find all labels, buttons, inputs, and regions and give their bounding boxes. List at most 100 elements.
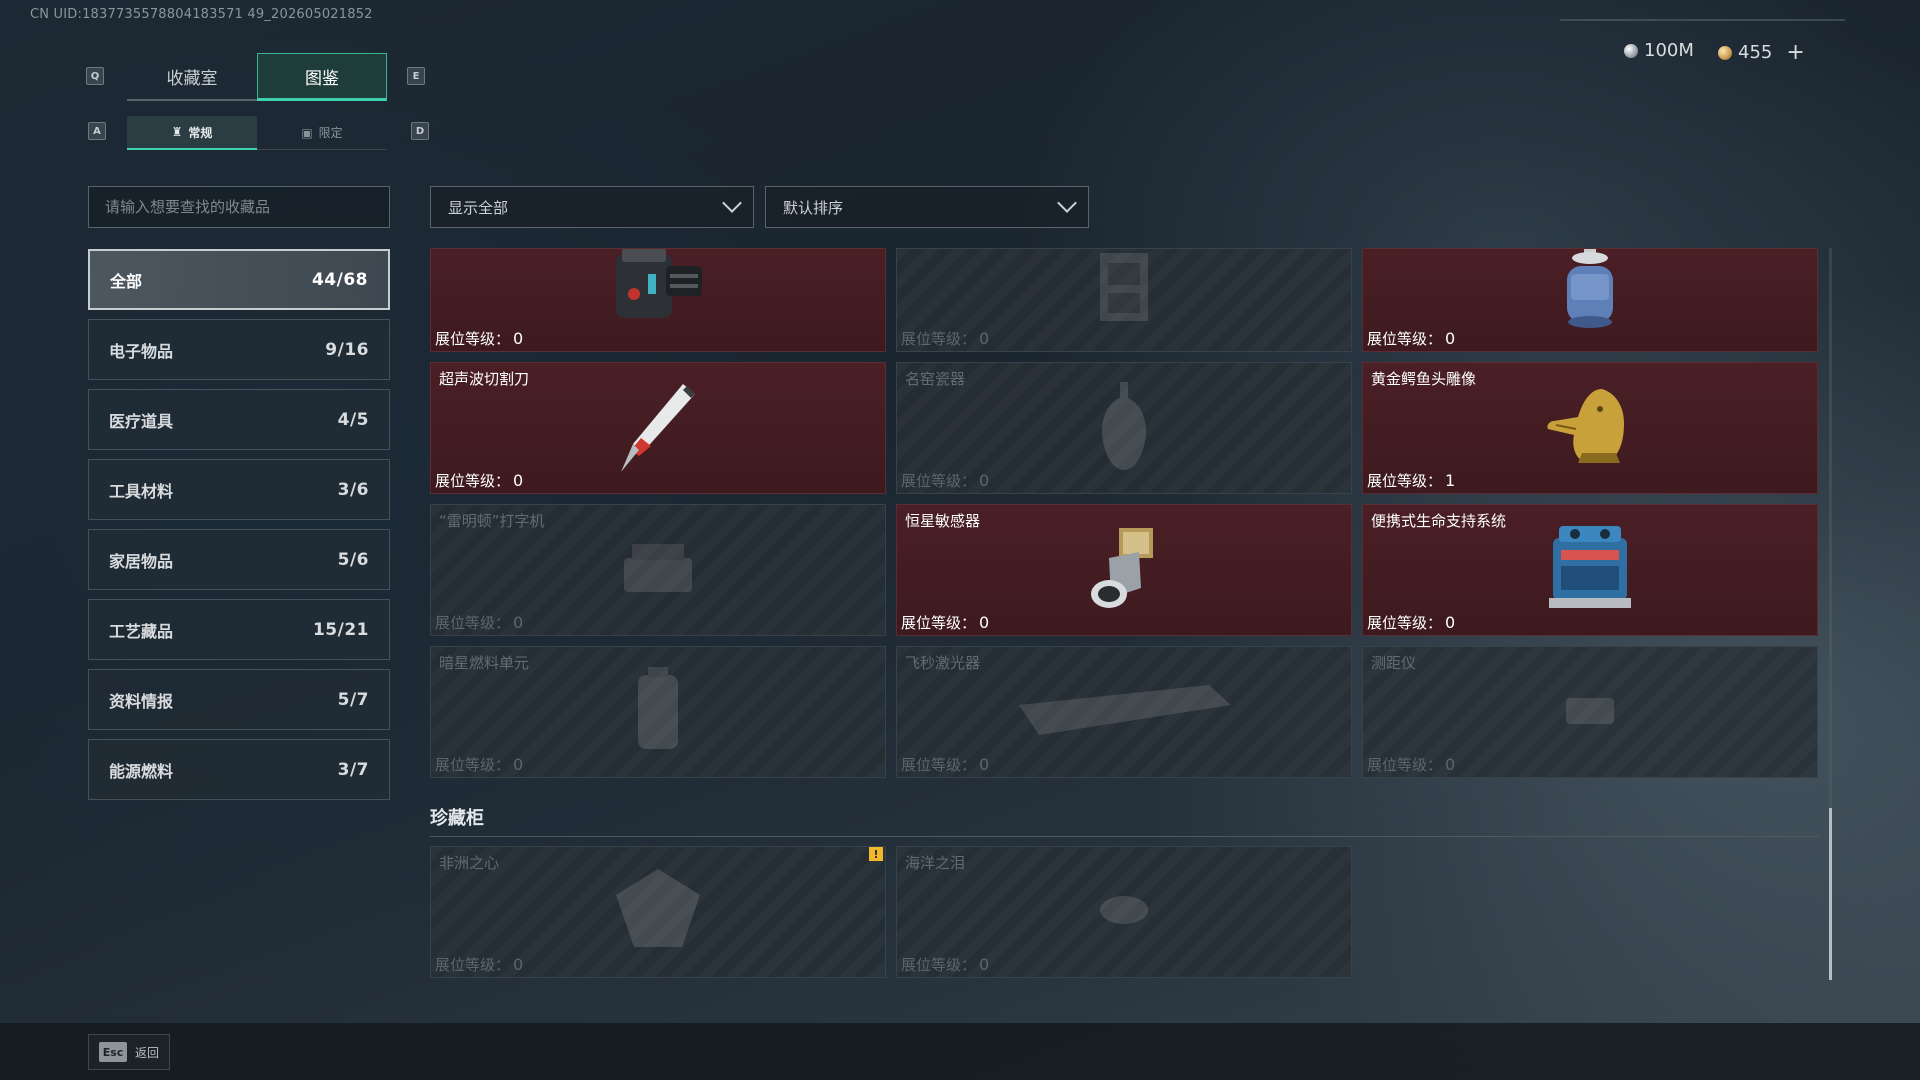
sort-dropdown[interactable]: 默认排序 <box>765 186 1089 228</box>
category-count: 5/6 <box>337 549 369 570</box>
item-name: 名窑瓷器 <box>905 370 966 388</box>
topbar-divider <box>1560 19 1845 21</box>
item-level: 展位等级： 0 <box>901 954 989 975</box>
item-name: 海洋之泪 <box>905 854 966 872</box>
category-medical[interactable]: 医疗道具 4/5 <box>88 389 390 450</box>
item-level-value: 0 <box>1445 755 1456 774</box>
rangefinder-icon <box>1560 690 1620 734</box>
treasure-card[interactable]: 海洋之泪 展位等级： 0 <box>896 846 1352 978</box>
item-level-label: 展位等级： <box>1367 614 1443 632</box>
section-divider <box>430 836 1820 837</box>
silver-amount: 100M <box>1644 40 1694 61</box>
subtab-limited[interactable]: ▣ 限定 <box>257 116 387 150</box>
item-level-label: 展位等级： <box>1367 330 1443 348</box>
typewriter-icon <box>618 538 698 602</box>
category-crafts[interactable]: 工艺藏品 15/21 <box>88 599 390 660</box>
subtab-limited-label: 限定 <box>318 126 343 140</box>
treasure-card[interactable]: 非洲之心 ! 展位等级： 0 <box>430 846 886 978</box>
add-currency-button[interactable]: + <box>1786 40 1804 65</box>
category-intel[interactable]: 资料情报 5/7 <box>88 669 390 730</box>
item-level-label: 展位等级： <box>435 956 511 974</box>
category-label: 工具材料 <box>109 481 174 501</box>
item-level-value: 0 <box>513 329 524 348</box>
section-title: 珍藏柜 <box>430 808 484 829</box>
item-level-label: 展位等级： <box>901 614 977 632</box>
item-card[interactable]: 超声波切割刀 展位等级： 0 <box>430 362 886 494</box>
item-name: 测距仪 <box>1371 654 1417 672</box>
category-energy[interactable]: 能源燃料 3/7 <box>88 739 390 800</box>
gem-icon <box>1094 890 1154 934</box>
item-level: 展位等级： 0 <box>435 328 523 349</box>
item-level-value: 0 <box>1445 613 1456 632</box>
item-name: 暗星燃料单元 <box>439 654 530 672</box>
category-label: 工艺藏品 <box>109 621 174 641</box>
category-all[interactable]: 全部 44/68 <box>88 249 390 310</box>
bottom-bar <box>0 1023 1920 1080</box>
search-input[interactable] <box>89 187 389 227</box>
sub-tabs: ♜ 常规 ▣ 限定 <box>127 116 388 150</box>
item-card[interactable]: 展位等级： 0 <box>896 248 1352 352</box>
item-level-value: 0 <box>513 955 524 974</box>
item-level: 展位等级： 0 <box>1367 328 1455 349</box>
item-level: 展位等级： 0 <box>1367 612 1455 633</box>
category-label: 能源燃料 <box>109 761 174 781</box>
star-sensor-icon <box>1079 518 1169 622</box>
item-card[interactable]: 展位等级： 0 <box>1362 248 1818 352</box>
item-level: 展位等级： 0 <box>435 470 523 491</box>
key-hint-e: E <box>407 67 425 85</box>
item-level-label: 展位等级： <box>435 614 511 632</box>
category-count: 9/16 <box>325 339 369 360</box>
category-electronics[interactable]: 电子物品 9/16 <box>88 319 390 380</box>
item-level: 展位等级： 1 <box>1367 470 1455 491</box>
item-card[interactable]: 名窑瓷器 展位等级： 0 <box>896 362 1352 494</box>
device-icon <box>610 249 706 330</box>
category-count: 3/7 <box>337 759 369 780</box>
gold-amount: 455 <box>1738 42 1773 63</box>
item-card[interactable]: “雷明顿”打字机 展位等级： 0 <box>430 504 886 636</box>
scrollbar-thumb[interactable] <box>1829 808 1832 980</box>
item-level: 展位等级： 0 <box>901 612 989 633</box>
back-button[interactable]: Esc 返回 <box>88 1034 170 1070</box>
item-level-label: 展位等级： <box>901 756 977 774</box>
item-name: 便携式生命支持系统 <box>1371 512 1507 530</box>
item-name: 恒星敏感器 <box>905 512 981 530</box>
item-level-label: 展位等级： <box>435 330 511 348</box>
subtab-regular[interactable]: ♜ 常规 <box>127 116 257 150</box>
tab-encyclopedia[interactable]: 图鉴 <box>257 53 387 101</box>
category-tools[interactable]: 工具材料 3/6 <box>88 459 390 520</box>
sort-value: 默认排序 <box>783 198 844 217</box>
item-level: 展位等级： 0 <box>1367 754 1455 775</box>
silver-currency: 100M <box>1624 40 1694 61</box>
item-level-label: 展位等级： <box>435 756 511 774</box>
item-level: 展位等级： 0 <box>435 612 523 633</box>
key-hint-q: Q <box>86 67 104 85</box>
cutter-icon <box>613 376 703 480</box>
main-tabs: 收藏室 图鉴 <box>127 53 388 101</box>
item-name: 黄金鳄鱼头雕像 <box>1371 370 1477 388</box>
item-level-label: 展位等级： <box>901 956 977 974</box>
item-card[interactable]: 暗星燃料单元 展位等级： 0 <box>430 646 886 778</box>
category-household[interactable]: 家居物品 5/6 <box>88 529 390 590</box>
item-card[interactable]: 测距仪 展位等级： 0 <box>1362 646 1818 778</box>
cabinet-icon <box>1084 249 1164 331</box>
back-label: 返回 <box>135 1045 160 1060</box>
item-level-value: 0 <box>979 755 990 774</box>
item-card[interactable]: 展位等级： 0 <box>430 248 886 352</box>
item-level-label: 展位等级： <box>901 472 977 490</box>
item-card[interactable]: 便携式生命支持系统 展位等级： 0 <box>1362 504 1818 636</box>
item-level-value: 0 <box>1445 329 1456 348</box>
category-list: 全部 44/68 电子物品 9/16 医疗道具 4/5 工具材料 3/6 家居物品 5/6… <box>88 249 390 809</box>
chevron-down-icon <box>722 193 742 213</box>
item-card[interactable]: 黄金鳄鱼头雕像 展位等级： 1 <box>1362 362 1818 494</box>
tab-collection-room[interactable]: 收藏室 <box>127 53 257 101</box>
filter-dropdown[interactable]: 显示全部 <box>430 186 754 228</box>
category-count: 44/68 <box>311 269 368 290</box>
item-card[interactable]: 恒星敏感器 展位等级： 0 <box>896 504 1352 636</box>
bottle-icon: ♜ <box>171 125 183 139</box>
collection-grid: 展位等级： 0 展位等级： 0 展位等级： 0 超声波切割刀 展位等级： 0 名… <box>430 248 1830 980</box>
category-label: 家居物品 <box>109 551 174 571</box>
item-level: 展位等级： 0 <box>901 470 989 491</box>
crocodile-statue-icon <box>1542 383 1638 473</box>
item-card[interactable]: 飞秒激光器 展位等级： 0 <box>896 646 1352 778</box>
warning-icon: ! <box>869 847 883 861</box>
